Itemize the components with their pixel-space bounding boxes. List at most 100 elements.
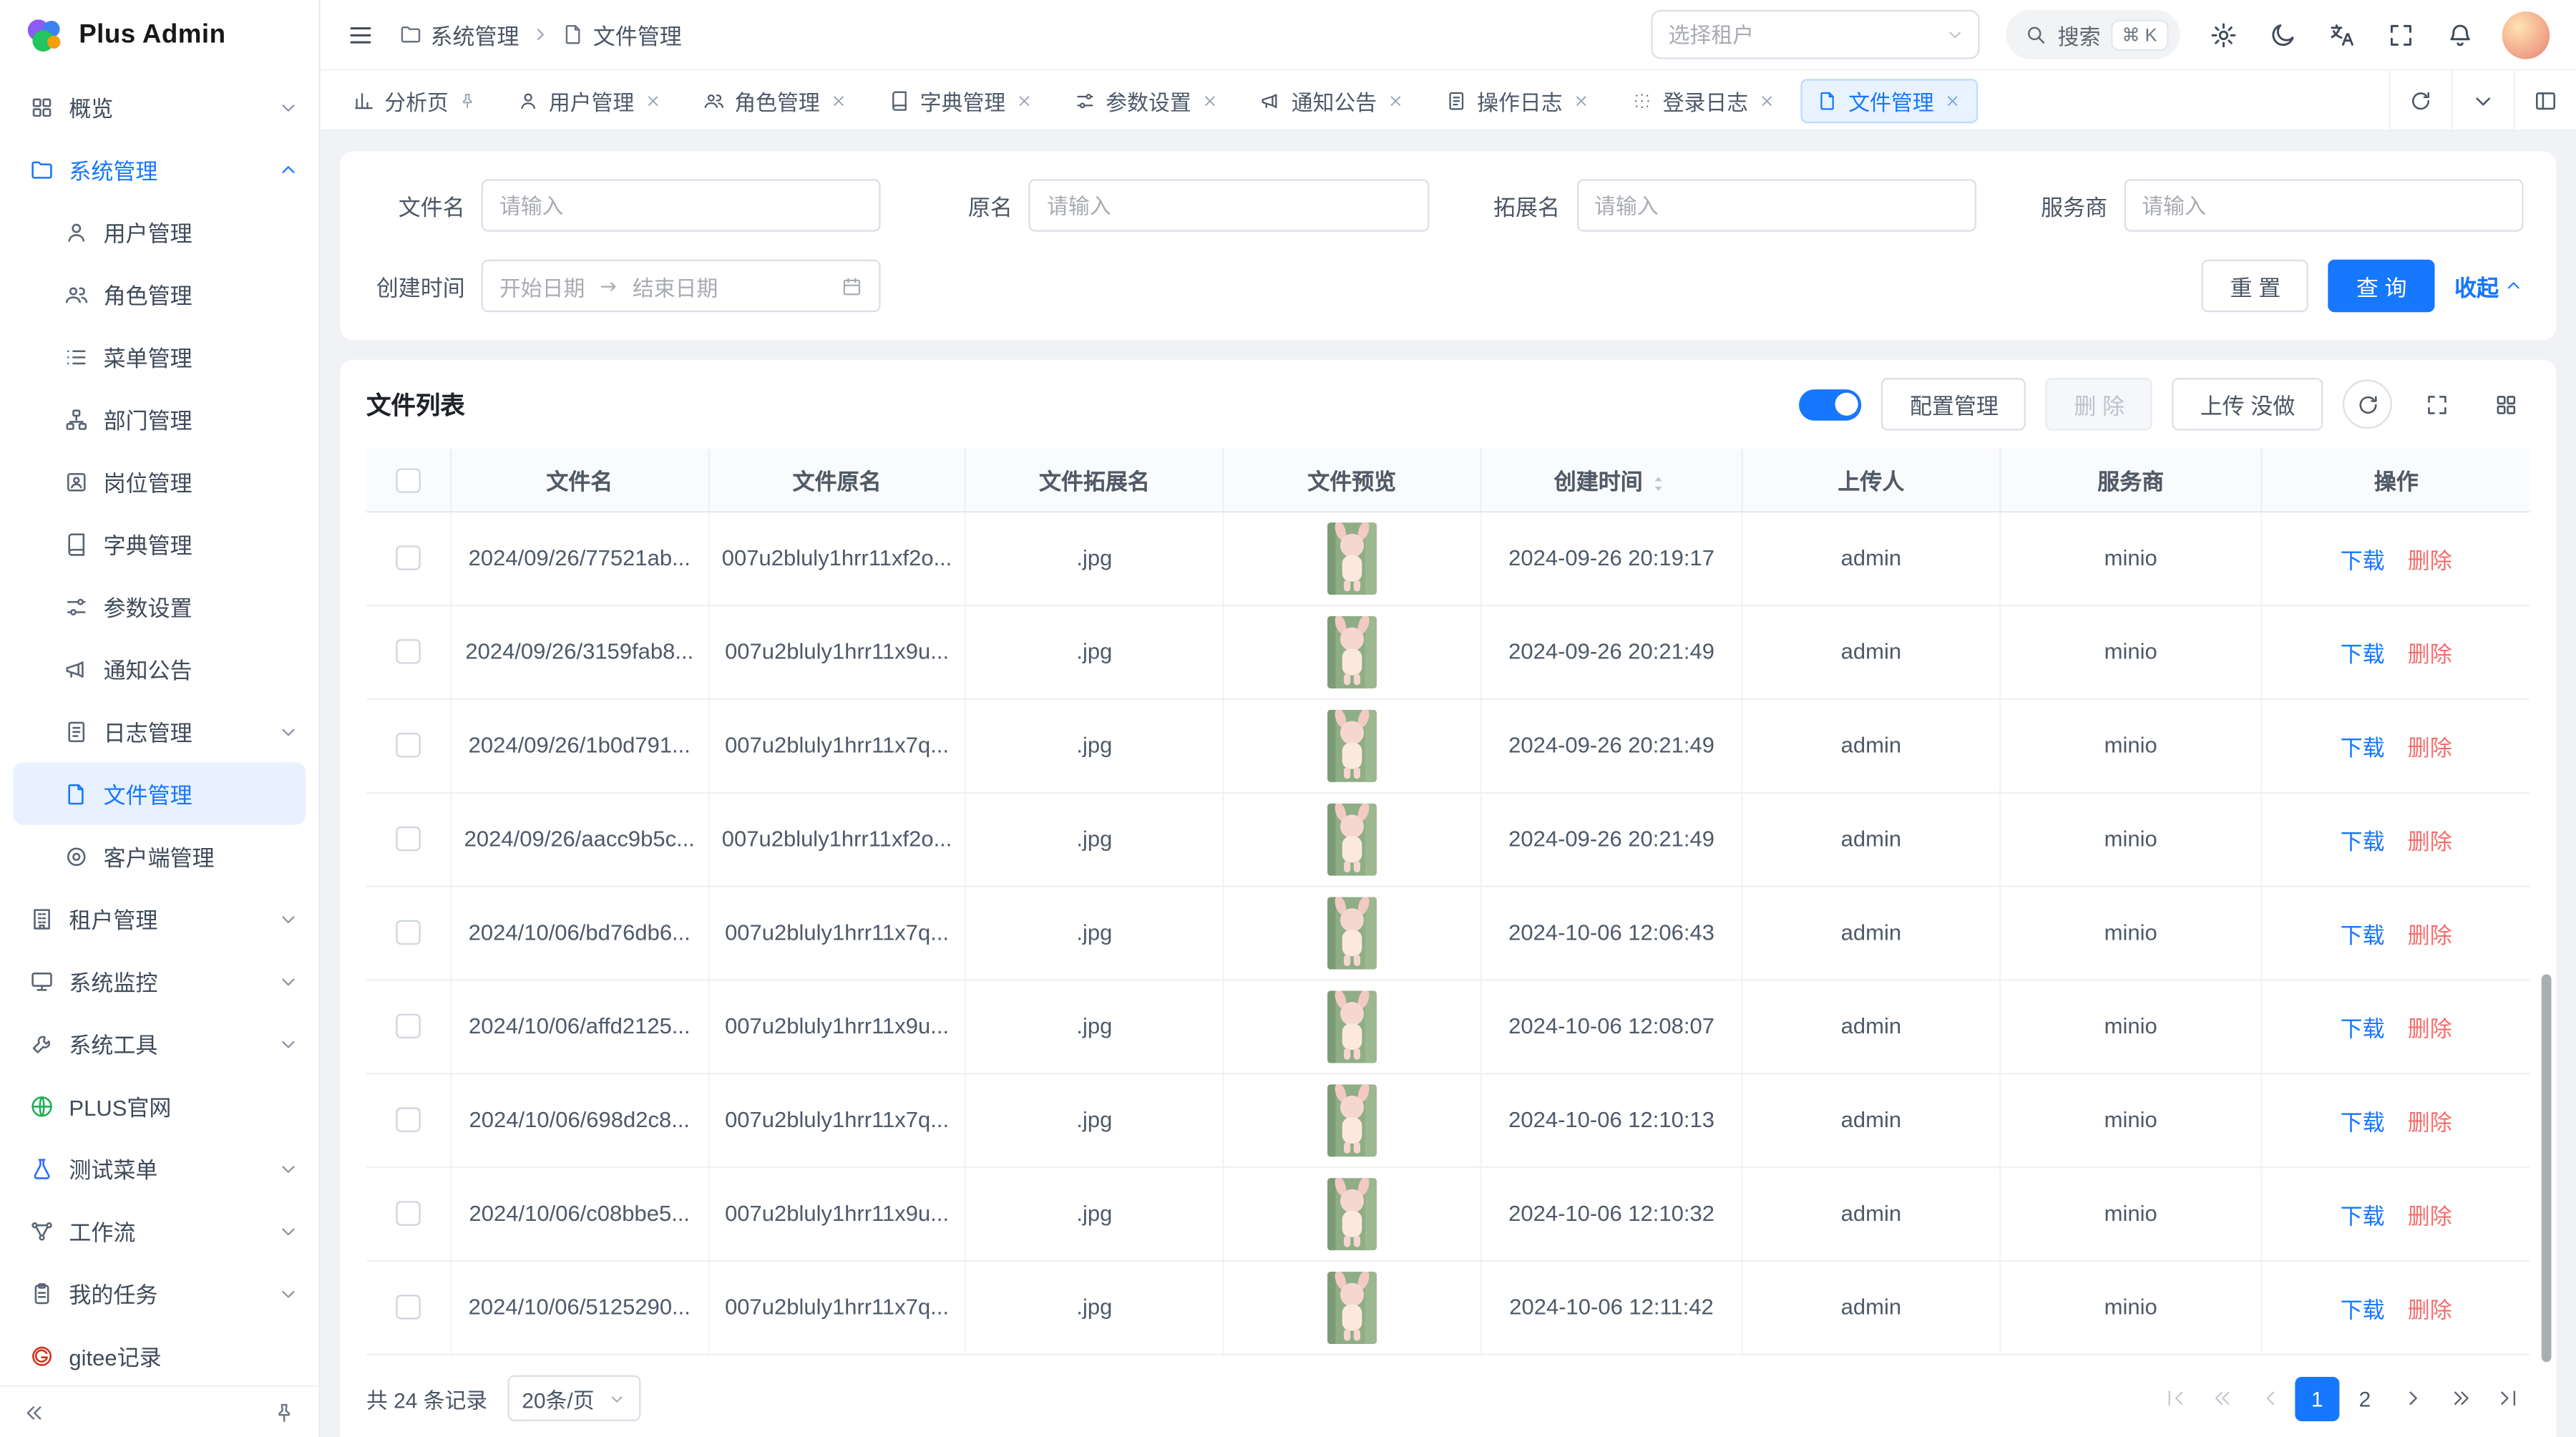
download-link[interactable]: 下载 [2341,642,2385,666]
file-preview-thumbnail[interactable] [1327,1083,1377,1156]
sidebar-item-dict[interactable]: 字典管理 [0,512,318,575]
sidebar-pin-button[interactable] [266,1394,303,1431]
download-link[interactable]: 下载 [2341,548,2385,573]
jump-back-button[interactable] [2200,1376,2244,1421]
tab-close-icon[interactable] [1201,91,1219,109]
delete-link[interactable]: 删除 [2408,1016,2452,1041]
file-preview-thumbnail[interactable] [1327,1177,1377,1250]
sidebar-item-tools[interactable]: 系统工具 [0,1012,318,1074]
tab-actions-button[interactable] [2451,71,2513,130]
file-preview-thumbnail[interactable] [1327,990,1377,1062]
delete-selected-button[interactable]: 删 除 [2046,378,2152,430]
tab-user[interactable]: 用户管理 [501,78,678,122]
tab-pin-icon[interactable] [459,91,477,109]
tab-refresh-button[interactable] [2389,71,2451,130]
page-size-select[interactable]: 20条/页 [507,1375,640,1421]
sidebar-item-role[interactable]: 角色管理 [0,263,318,325]
delete-link[interactable]: 删除 [2408,829,2452,853]
sidebar-item-post[interactable]: 岗位管理 [0,450,318,512]
original-name-input[interactable] [1047,193,1410,218]
download-link[interactable]: 下载 [2341,922,2385,947]
download-link[interactable]: 下载 [2341,1110,2385,1134]
global-search[interactable]: 搜索 ⌘ K [2005,10,2180,59]
tab-close-icon[interactable] [644,91,662,109]
user-avatar[interactable] [2502,11,2550,59]
row-checkbox[interactable] [396,1295,420,1320]
tab-notice[interactable]: 通知公告 [1244,78,1421,122]
tab-analysis[interactable]: 分析页 [337,78,493,122]
sidebar-item-notice[interactable]: 通知公告 [0,638,318,700]
upload-button[interactable]: 上传 没做 [2172,378,2323,430]
reset-button[interactable]: 重 置 [2202,260,2309,312]
download-link[interactable]: 下载 [2341,1016,2385,1041]
tab-close-icon[interactable] [1572,91,1590,109]
sidebar-item-monitor[interactable]: 系统监控 [0,950,318,1012]
first-page-button[interactable] [2152,1376,2197,1421]
tab-close-icon[interactable] [830,91,848,109]
sidebar-item-system[interactable]: 系统管理 [0,138,318,200]
breadcrumb-item-system[interactable]: 系统管理 [399,18,519,51]
sidebar-item-user[interactable]: 用户管理 [0,200,318,263]
notifications-button[interactable] [2443,18,2476,51]
column-settings-button[interactable] [2481,379,2530,429]
sidebar-item-test[interactable]: 测试菜单 [0,1137,318,1199]
row-checkbox[interactable] [396,921,420,945]
download-link[interactable]: 下载 [2341,735,2385,759]
query-button[interactable]: 查 询 [2328,260,2435,312]
file-preview-thumbnail[interactable] [1327,615,1377,688]
file-name-input[interactable] [499,193,863,218]
delete-link[interactable]: 删除 [2408,1297,2452,1322]
sidebar-item-tenant[interactable]: 租户管理 [0,887,318,950]
delete-link[interactable]: 删除 [2408,1204,2452,1228]
file-preview-thumbnail[interactable] [1327,803,1377,875]
sidebar-item-menu[interactable]: 菜单管理 [0,326,318,388]
sidebar-item-workflow[interactable]: 工作流 [0,1199,318,1262]
tenant-select-input[interactable] [1669,22,1945,47]
next-page-button[interactable] [2391,1376,2435,1421]
tab-loginlog[interactable]: 登录日志 [1615,78,1792,122]
delete-link[interactable]: 删除 [2408,548,2452,573]
row-checkbox[interactable] [396,734,420,758]
sidebar-item-client[interactable]: 客户端管理 [0,825,318,887]
tab-param[interactable]: 参数设置 [1058,78,1236,122]
page-button-1[interactable]: 1 [2295,1376,2339,1421]
app-logo[interactable]: Plus Admin [0,0,318,72]
language-button[interactable] [2325,18,2358,51]
column-header[interactable]: 创建时间 [1480,449,1742,511]
tab-close-icon[interactable] [1015,91,1033,109]
hamburger-menu-button[interactable] [343,18,376,51]
fullscreen-button[interactable] [2384,18,2416,51]
download-link[interactable]: 下载 [2341,829,2385,853]
sidebar-item-log[interactable]: 日志管理 [0,700,318,762]
delete-link[interactable]: 删除 [2408,1110,2452,1134]
config-management-button[interactable]: 配置管理 [1882,378,2026,430]
toolbar-toggle[interactable] [1800,389,1862,420]
tab-dict[interactable]: 字典管理 [872,78,1050,122]
select-all-checkbox[interactable] [396,468,420,492]
sidebar-item-param[interactable]: 参数设置 [0,575,318,638]
delete-link[interactable]: 删除 [2408,735,2452,759]
delete-link[interactable]: 删除 [2408,922,2452,947]
sidebar-item-tasks[interactable]: 我的任务 [0,1262,318,1324]
file-preview-thumbnail[interactable] [1327,1271,1377,1343]
sidebar-item-file[interactable]: 文件管理 [13,762,306,824]
tab-file[interactable]: 文件管理 [1801,78,1979,122]
download-link[interactable]: 下载 [2341,1297,2385,1322]
table-fullscreen-button[interactable] [2411,379,2461,429]
file-preview-thumbnail[interactable] [1327,709,1377,781]
provider-input[interactable] [2142,193,2505,218]
sidebar-item-dept[interactable]: 部门管理 [0,388,318,450]
tab-close-icon[interactable] [1943,91,1961,109]
tab-close-icon[interactable] [1387,91,1405,109]
dark-mode-toggle[interactable] [2265,18,2298,51]
tab-role[interactable]: 角色管理 [687,78,864,122]
prev-page-button[interactable] [2248,1376,2292,1421]
sidebar-item-overview[interactable]: 概览 [0,76,318,138]
table-refresh-button[interactable] [2343,379,2392,429]
sidebar-collapse-button[interactable] [16,1394,53,1431]
date-range-input[interactable]: 开始日期 结束日期 [482,260,881,312]
row-checkbox[interactable] [396,1015,420,1039]
table-scrollbar[interactable] [2542,974,2552,1362]
row-checkbox[interactable] [396,640,420,664]
sidebar-item-plus-site[interactable]: PLUS官网 [0,1075,318,1137]
